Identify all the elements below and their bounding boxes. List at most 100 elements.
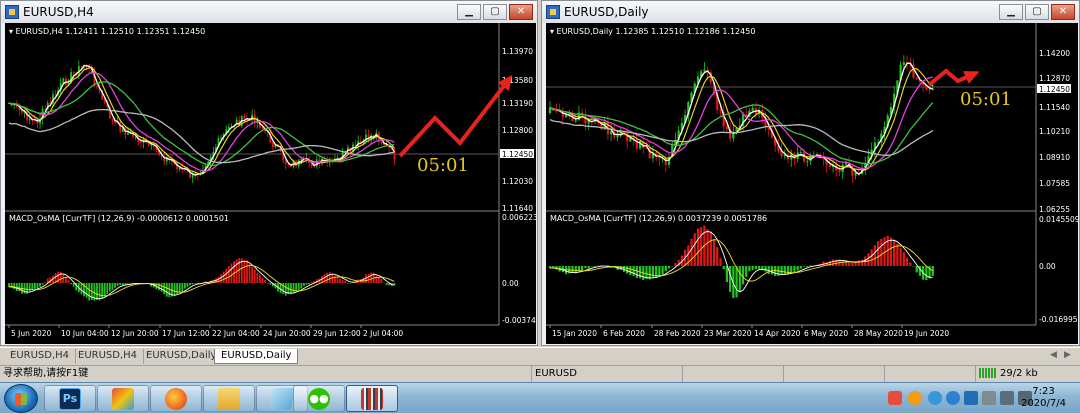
chart-svg[interactable]: ▾ EURUSD,Daily 1.12385 1.12510 1.12186 1… [546,23,1078,344]
close-button[interactable]: ✕ [1051,4,1075,20]
macd-histogram-bar [751,266,754,271]
chart-window-daily[interactable]: EURUSD,Daily ▁ ▢ ✕ ▾ EURUSD,Daily 1.1238… [541,0,1080,346]
macd-histogram-bar [831,259,835,266]
macd-histogram-bar [661,266,664,275]
candle-body [799,152,803,154]
window-title: EURUSD,Daily [564,5,649,19]
macd-histogram-bar [700,227,703,266]
macd-histogram-bar [828,260,831,266]
macd-histogram-bar [370,272,373,283]
macd-histogram-bar [716,247,719,266]
firefox-icon [165,387,187,410]
macd-histogram-bar [902,252,905,266]
candle-body [854,172,857,176]
macd-histogram-bar [310,282,313,283]
macd-histogram-bar [302,283,305,286]
flag-icon[interactable] [982,391,996,405]
macd-histogram-bar [114,283,116,288]
candle-body [828,164,831,167]
antivirus-icon[interactable] [908,391,922,405]
candle-body [72,72,75,74]
price-tick-label: 1.12800 [502,126,533,135]
tab-chart-3[interactable]: EURUSD,Daily [140,349,224,364]
macd-histogram-bar [176,283,179,295]
macd-histogram-bar [282,283,285,295]
candle-body [806,161,809,163]
status-connection: 29/2 kb [975,366,1080,383]
macd-histogram-bar [259,274,261,283]
price-tick-label: 1.06255 [1039,205,1070,214]
price-tick-label: 1.12030 [502,177,533,186]
status-help-text: 寻求帮助,请按F1键 [3,368,89,379]
taskbar-app-metatrader[interactable] [346,385,398,412]
macd-label: MACD_OsMA [CurrTF] (12,26,9) -0.0000612 … [9,214,229,223]
taskbar-app-firefox[interactable] [150,385,202,412]
taskbar-app-paint[interactable] [97,385,149,412]
macd-histogram-bar [305,283,308,285]
macd-histogram-bar [632,266,635,276]
macd-histogram-bar [18,283,21,292]
taskbar-clock[interactable]: 7:23 2020/7/4 [1021,386,1066,410]
macd-histogram-bar [290,283,292,294]
macd-histogram-bar [173,283,176,297]
candle-body [119,121,122,132]
macd-histogram-bar [597,265,600,267]
security-icon[interactable] [946,391,960,405]
help-icon[interactable] [928,391,942,405]
price-tick-label: 1.12870 [1039,74,1070,83]
metatrader-icon [361,387,383,410]
macd-histogram-bar [261,277,264,283]
sogou-icon[interactable] [888,391,902,405]
photoshop-icon: Ps [59,387,81,410]
maximize-button[interactable]: ▢ [483,4,507,20]
date-tick-label: 28 Feb 2020 [654,329,701,338]
candle-body [96,86,98,88]
macd-histogram-bar [186,283,189,287]
macd-histogram-bar [132,282,135,284]
macd-histogram-bar [790,266,793,273]
chart-window-h4[interactable]: EURUSD,H4 ▁ ▢ ✕ ▾ EURUSD,H4 1.12411 1.12… [0,0,538,346]
macd-histogram-bar [284,283,287,296]
chart-info-label: ▾ EURUSD,H4 1.12411 1.12510 1.12351 1.12… [9,27,205,36]
candle-body [380,141,383,143]
chart-canvas[interactable]: ▾ EURUSD,Daily 1.12385 1.12510 1.12186 1… [546,23,1078,344]
macd-histogram-bar [587,266,590,269]
taskbar-app-photoshop[interactable]: Ps [44,385,96,412]
date-tick-label: 15 Jan 2020 [552,329,597,338]
shield-icon[interactable] [964,391,978,405]
macd-histogram-bar [339,278,341,283]
notepad-icon [269,387,295,410]
close-button[interactable]: ✕ [509,4,533,20]
connection-bars-icon [979,368,997,378]
macd-histogram-bar [266,283,269,284]
chart-svg[interactable]: ▾ EURUSD,H4 1.12411 1.12510 1.12351 1.12… [5,23,536,344]
macd-histogram-bar [854,262,857,266]
tab-chart-1[interactable]: EURUSD,H4 [4,349,77,364]
maximize-button[interactable]: ▢ [1025,4,1049,20]
macd-histogram-bar [664,266,667,272]
chart-canvas[interactable]: ▾ EURUSD,H4 1.12411 1.12510 1.12351 1.12… [5,23,536,344]
macd-histogram-bar [160,283,163,292]
minimize-button[interactable]: ▁ [457,4,481,20]
macd-histogram-bar [690,238,693,266]
tab-chart-2[interactable]: EURUSD,H4 [72,349,145,364]
window-controls: ▁ ▢ ✕ [457,4,533,20]
macd-histogram-bar [722,266,725,270]
network-icon[interactable] [1000,391,1014,405]
minimize-button[interactable]: ▁ [999,4,1023,20]
taskbar-app-wechat[interactable]: ●● [293,385,345,412]
tab-scroll-left-icon[interactable]: ◀ [1050,350,1057,360]
candle-body [751,107,754,111]
macd-histogram-bar [367,273,370,283]
tab-scroll-right-icon[interactable]: ▶ [1064,350,1071,360]
macd-histogram-bar [264,279,266,283]
taskbar-app-folder[interactable] [203,385,255,412]
macd-histogram-bar [253,269,256,283]
macd-histogram-bar [867,253,870,266]
start-button[interactable] [4,384,38,413]
macd-histogram-bar [297,283,300,291]
macd-histogram-bar [72,283,75,287]
macd-histogram-bar [848,262,851,266]
macd-histogram-bar [119,283,122,285]
tab-chart-4[interactable]: EURUSD,Daily [214,349,299,364]
